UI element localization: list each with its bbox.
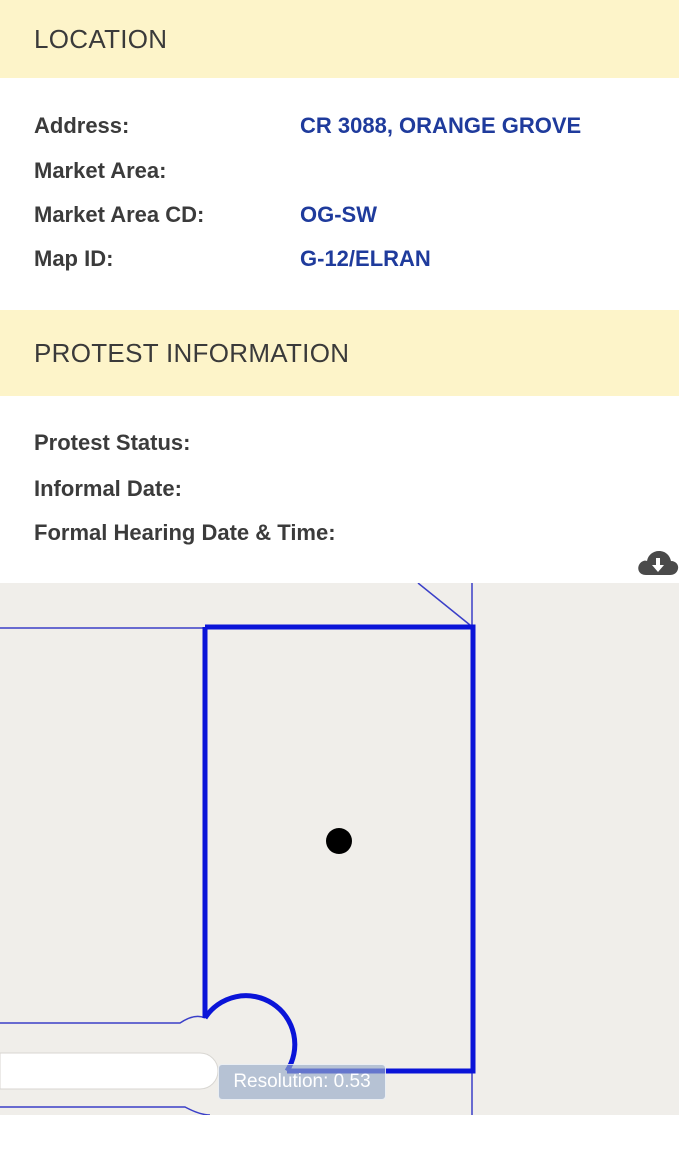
parcel-map[interactable] [0, 583, 679, 1115]
parcel-boundary-line [0, 1015, 206, 1024]
market-area-label: Market Area: [34, 158, 167, 183]
protest-status-label: Protest Status: [34, 430, 191, 455]
market-area-row: Market Area: [34, 158, 654, 192]
map-id-value: G-12/ELRAN [300, 246, 431, 271]
formal-hearing-label: Formal Hearing Date & Time: [34, 520, 336, 545]
informal-date-row: Informal Date: [34, 476, 654, 510]
market-area-cd-row: Market Area CD: OG-SW [34, 202, 654, 236]
cloud-download-icon[interactable] [636, 547, 679, 579]
address-row: Address: CR 3088, ORANGE GROVE [34, 113, 654, 147]
market-area-cd-value: OG-SW [300, 202, 377, 227]
parcel-boundary-line [0, 1106, 211, 1115]
bottom-spacer [0, 1115, 679, 1158]
address-value: CR 3088, ORANGE GROVE [300, 113, 582, 138]
location-section-header: LOCATION [0, 0, 679, 78]
protest-section-title: PROTEST INFORMATION [34, 337, 350, 368]
informal-date-label: Informal Date: [34, 476, 182, 501]
address-label: Address: [34, 113, 130, 138]
location-section-title: LOCATION [34, 23, 168, 54]
map-id-label: Map ID: [34, 246, 114, 271]
parcel-boundary-line [417, 583, 471, 626]
formal-hearing-row: Formal Hearing Date & Time: [34, 520, 654, 554]
parcel-location-marker [326, 828, 352, 854]
road [0, 1052, 219, 1090]
protest-status-row: Protest Status: [34, 430, 654, 464]
protest-section-header: PROTEST INFORMATION [0, 310, 679, 396]
map-id-row: Map ID: G-12/ELRAN [34, 246, 654, 280]
map-resolution-label: Resolution: 0.53 [218, 1064, 386, 1100]
market-area-cd-label: Market Area CD: [34, 202, 205, 227]
